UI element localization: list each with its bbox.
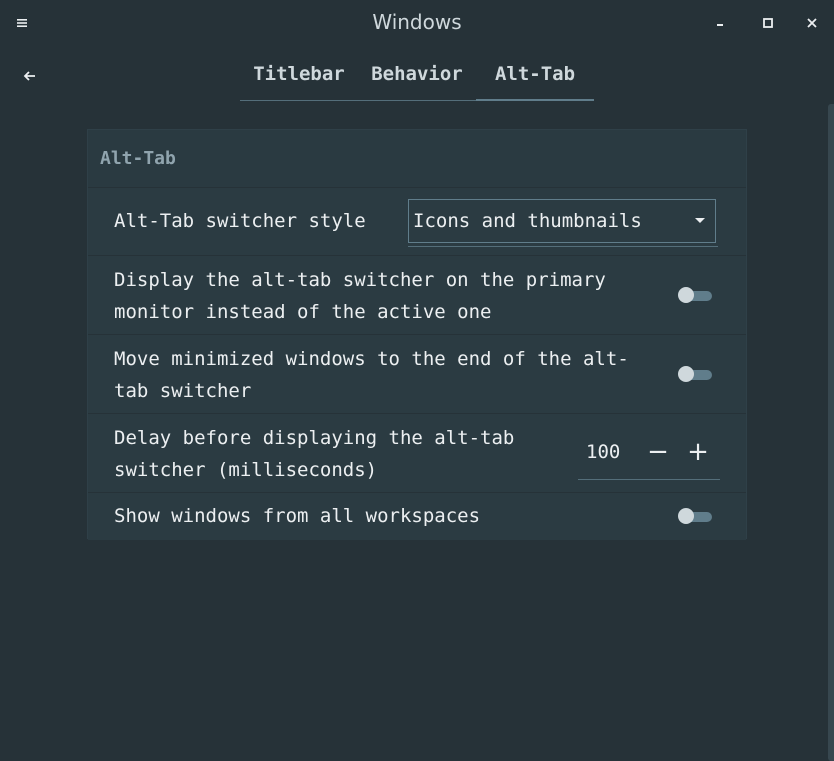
spin-underline	[578, 479, 720, 480]
headerbar: Titlebar Behavior Alt-Tab	[0, 48, 834, 102]
scrollbar[interactable]	[828, 104, 834, 761]
tab-behavior[interactable]: Behavior	[358, 48, 476, 100]
switcher-style-value: Icons and thumbnails	[413, 210, 642, 232]
tab-bar: Titlebar Behavior Alt-Tab	[240, 48, 594, 101]
switcher-style-dropdown[interactable]: Icons and thumbnails	[408, 199, 716, 243]
titlebar: Windows	[0, 0, 834, 48]
minimized-windows-row: Move minimized windows to the end of the…	[88, 334, 746, 414]
delay-value[interactable]: 100	[586, 436, 620, 468]
all-workspaces-row: Show windows from all workspaces	[88, 492, 746, 540]
maximize-icon[interactable]	[754, 9, 782, 37]
switcher-style-row: Alt-Tab switcher style Icons and thumbna…	[88, 187, 746, 256]
tab-alt-tab[interactable]: Alt-Tab	[476, 48, 594, 101]
delay-spinbutton[interactable]: 100 − +	[578, 434, 720, 480]
minimized-windows-switch[interactable]	[678, 366, 712, 382]
close-icon[interactable]	[798, 9, 826, 37]
alt-tab-section: Alt-Tab Alt-Tab switcher style Icons and…	[87, 129, 747, 540]
decrement-button[interactable]: −	[644, 436, 672, 468]
minimized-windows-label: Move minimized windows to the end of the…	[114, 348, 629, 402]
minimize-icon[interactable]	[706, 9, 734, 37]
primary-monitor-label: Display the alt-tab switcher on the prim…	[114, 269, 606, 323]
all-workspaces-switch[interactable]	[678, 508, 712, 524]
switch-knob	[678, 366, 694, 382]
tab-titlebar[interactable]: Titlebar	[240, 48, 358, 100]
delay-row: Delay before displaying the alt-tab swit…	[88, 413, 746, 493]
switcher-style-label: Alt-Tab switcher style	[114, 210, 366, 232]
section-title: Alt-Tab	[100, 148, 176, 169]
dropdown-underline	[408, 246, 718, 247]
settings-window: Windows Titlebar Behavior Alt-Tab Alt-Ta…	[0, 0, 834, 761]
all-workspaces-label: Show windows from all workspaces	[114, 505, 481, 527]
primary-monitor-switch[interactable]	[678, 287, 712, 303]
back-arrow-icon[interactable]	[16, 62, 44, 90]
switch-knob	[678, 287, 694, 303]
caret-down-icon	[695, 218, 705, 223]
increment-button[interactable]: +	[684, 436, 712, 468]
primary-monitor-row: Display the alt-tab switcher on the prim…	[88, 255, 746, 335]
delay-label: Delay before displaying the alt-tab swit…	[114, 427, 515, 481]
switch-knob	[678, 508, 694, 524]
